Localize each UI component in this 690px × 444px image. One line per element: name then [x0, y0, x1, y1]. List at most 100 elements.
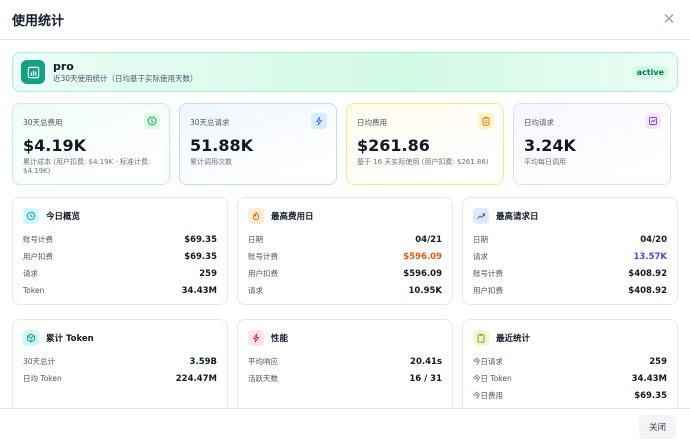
kv-row: 日均 Token 224.47M [23, 370, 217, 387]
plan-name: pro [53, 60, 74, 73]
kv-value: 3.59B [189, 356, 217, 367]
kv-row: 请求 259 [23, 265, 217, 282]
kv-row: 账号计费 $69.35 [23, 231, 217, 248]
kv-value: 16 / 31 [409, 373, 442, 384]
stat-sub: 累计成本 (用户扣费: $4.19K · 标准计费: $4.19K) [23, 158, 151, 175]
card-header: 最近统计 [473, 328, 667, 348]
stat-value: 3.24K [524, 136, 576, 155]
kv-key: 活跃天数 [248, 374, 278, 383]
plan-text: pro 近30天使用统计（日均基于实际使用天数） [53, 60, 632, 84]
clock-icon [23, 208, 39, 224]
zap-icon [248, 330, 264, 346]
bolt-icon [311, 113, 327, 129]
kv-key: 用户扣费 [473, 286, 503, 295]
stat-value: 51.88K [190, 136, 254, 155]
modal-header: 使用统计 ✕ [0, 0, 690, 40]
kv-key: 账号计费 [248, 252, 278, 261]
stat-label: 30天总费用 [23, 118, 63, 127]
card-header: 累计 Token [23, 328, 217, 348]
card-header: 今日概览 [23, 206, 217, 226]
stat-label: 30天总请求 [190, 118, 230, 127]
kv-key: 日期 [248, 235, 263, 244]
kv-row: 日期 04/20 [473, 231, 667, 248]
stat-value: $261.86 [357, 136, 430, 155]
plan-subtitle: 近30天使用统计（日均基于实际使用天数） [53, 74, 198, 83]
card-recent-stats: 最近统计 今日请求 259 今日 Token 34.43M 今日费用 $69.35 [462, 319, 678, 408]
usage-stats-modal: 使用统计 ✕ pro 近30天使用统计（日均基于实际使用天数） active 3… [0, 0, 690, 444]
kv-value: 34.43M [631, 373, 667, 384]
stat-card-daily-requests: 日均请求 3.24K 平均每日调用 [513, 103, 671, 185]
cube-icon [23, 330, 39, 346]
clipboard-icon [478, 113, 494, 129]
stat-sub: 累计调用次数 [190, 158, 232, 166]
stat-sub: 基于 16 天实际使用 (用户扣费: $261.86) [357, 158, 489, 166]
kv-row: 用户扣费 $408.92 [473, 282, 667, 299]
card-title: 性能 [271, 334, 289, 344]
bar-chart-icon [21, 60, 45, 84]
kv-value: $596.09 [403, 268, 442, 279]
card-header: 性能 [248, 328, 442, 348]
card-header: 最高请求日 [473, 206, 667, 226]
kv-value: 259 [649, 356, 667, 367]
card-title: 最近统计 [496, 334, 531, 344]
kv-row: 30天总计 3.59B [23, 353, 217, 370]
stat-card-total-cost: 30天总费用 $4.19K 累计成本 (用户扣费: $4.19K · 标准计费:… [12, 103, 170, 185]
kv-value-highlight: 13.57K [633, 251, 667, 262]
detail-cards-row-1: 今日概览 账号计费 $69.35 用户扣费 $69.35 请求 259 Token 34… [12, 197, 678, 305]
kv-row: 账号计费 $596.09 [248, 248, 442, 265]
flame-icon [248, 208, 264, 224]
kv-value: $69.35 [634, 390, 667, 401]
card-title: 最高请求日 [496, 212, 539, 222]
kv-key: Token [23, 286, 45, 295]
kv-row: 今日 Token 34.43M [473, 370, 667, 387]
kv-value: $69.35 [184, 251, 217, 262]
stat-label: 日均费用 [357, 118, 387, 127]
chart-icon [645, 113, 661, 129]
close-button[interactable]: 关闭 [638, 414, 676, 439]
kv-value: $69.35 [184, 234, 217, 245]
close-icon[interactable]: ✕ [660, 12, 678, 27]
card-top-request-day: 最高请求日 日期 04/20 请求 13.57K 账号计费 $408.92 用户扣费 $… [462, 197, 678, 305]
plan-banner: pro 近30天使用统计（日均基于实际使用天数） active [12, 52, 678, 92]
modal-body: pro 近30天使用统计（日均基于实际使用天数） active 30天总费用 $… [0, 41, 690, 408]
kv-row: 账号计费 $408.92 [473, 265, 667, 282]
kv-key: 账号计费 [473, 269, 503, 278]
stat-label: 日均请求 [524, 118, 554, 127]
modal-footer: 关闭 [0, 408, 690, 444]
card-today-overview: 今日概览 账号计费 $69.35 用户扣费 $69.35 请求 259 Token 34… [12, 197, 228, 305]
kv-key: 今日请求 [473, 357, 503, 366]
stat-cards: 30天总费用 $4.19K 累计成本 (用户扣费: $4.19K · 标准计费:… [12, 103, 678, 185]
kv-key: 用户扣费 [23, 252, 53, 261]
kv-row: 用户扣费 $69.35 [23, 248, 217, 265]
kv-key: 请求 [248, 286, 263, 295]
trend-up-icon [473, 208, 489, 224]
kv-row: 用户扣费 $596.09 [248, 265, 442, 282]
card-header: 最高费用日 [248, 206, 442, 226]
clipboard-icon [473, 330, 489, 346]
kv-row: 日期 04/21 [248, 231, 442, 248]
kv-value: $408.92 [628, 268, 667, 279]
kv-key: 账号计费 [23, 235, 53, 244]
card-title: 累计 Token [46, 334, 94, 344]
card-title: 今日概览 [46, 212, 81, 222]
status-badge: active [631, 65, 669, 79]
kv-key: 用户扣费 [248, 269, 278, 278]
kv-value: 04/21 [415, 234, 442, 245]
stat-card-daily-cost: 日均费用 $261.86 基于 16 天实际使用 (用户扣费: $261.86) [346, 103, 504, 185]
dollar-icon: $ [144, 113, 160, 129]
kv-value: 259 [199, 268, 217, 279]
kv-row: Token 34.43M [23, 282, 217, 299]
modal-title: 使用统计 [12, 14, 65, 29]
card-top-cost-day: 最高费用日 日期 04/21 账号计费 $596.09 用户扣费 $596.09 请求… [237, 197, 453, 305]
kv-value: 20.41s [410, 356, 442, 367]
kv-key: 请求 [23, 269, 38, 278]
kv-row: 请求 10.95K [248, 282, 442, 299]
kv-key: 今日费用 [473, 391, 503, 400]
kv-value: 224.47M [175, 373, 217, 384]
kv-key: 30天总计 [23, 357, 56, 366]
kv-row: 今日费用 $69.35 [473, 387, 667, 404]
svg-text:$: $ [150, 118, 154, 125]
kv-value: $408.92 [628, 285, 667, 296]
kv-key: 日期 [473, 235, 488, 244]
card-title: 最高费用日 [271, 212, 314, 222]
